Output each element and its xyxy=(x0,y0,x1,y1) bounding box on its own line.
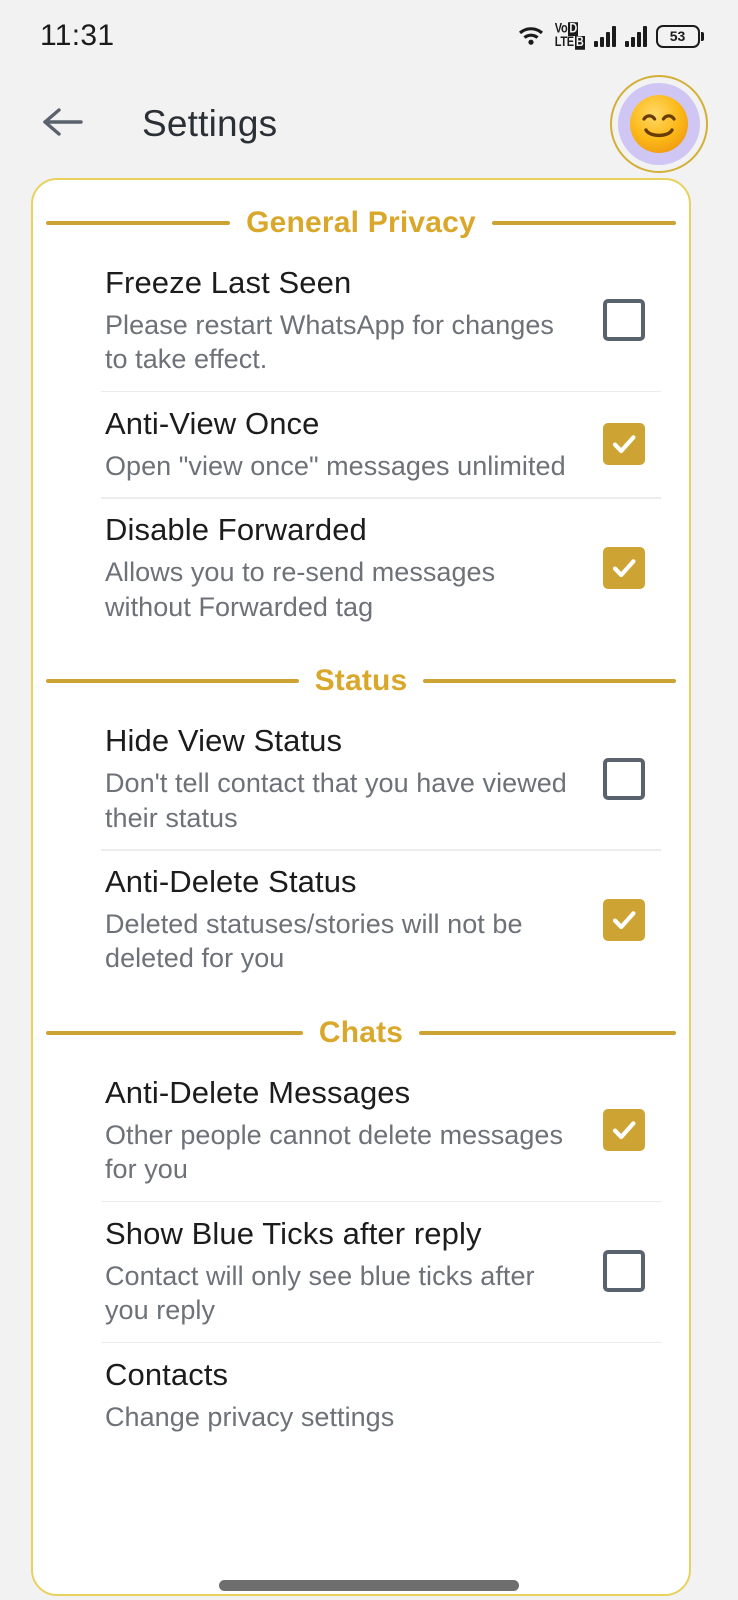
settings-sections: General Privacy Freeze Last Seen Please re… xyxy=(33,206,689,1448)
back-button[interactable] xyxy=(36,96,92,152)
signal-bars-icon-sim1 xyxy=(593,25,616,47)
settings-row-text: Freeze Last Seen Please restart WhatsApp … xyxy=(105,264,603,377)
battery-level-text: 53 xyxy=(669,28,686,44)
battery-icon: 53 xyxy=(655,24,704,48)
settings-row-subtitle: Change privacy settings xyxy=(105,1401,395,1432)
checkbox-checked[interactable] xyxy=(603,898,645,941)
settings-row[interactable]: Hide View Status Don't tell contact that … xyxy=(33,708,689,849)
page-title: Settings xyxy=(142,103,278,144)
checkbox-unchecked[interactable] xyxy=(603,757,645,800)
section-rows: Freeze Last Seen Please restart WhatsApp … xyxy=(33,250,689,638)
settings-row[interactable]: Show Blue Ticks after reply Contact will … xyxy=(33,1200,689,1342)
checkbox-unchecked[interactable] xyxy=(603,1250,645,1293)
volte-b-text: B xyxy=(574,34,585,50)
settings-row-subtitle: Contact will only see blue ticks after y… xyxy=(105,1260,535,1326)
section-rows: Anti-Delete Messages Other people cannot … xyxy=(33,1060,689,1448)
section-header: General Privacy xyxy=(33,206,689,240)
settings-row-text: Anti-Delete Status Deleted statuses/stori… xyxy=(105,863,603,976)
settings-row[interactable]: Anti-Delete Messages Other people cannot … xyxy=(33,1060,689,1201)
settings-row[interactable]: Contacts Change privacy settings xyxy=(33,1341,689,1448)
section-label: Chats xyxy=(318,1015,404,1049)
volte-icon: Vo D LTE B xyxy=(555,22,585,50)
settings-row-subtitle: Please restart WhatsApp for changes to t… xyxy=(105,309,554,375)
status-clock: 11:31 xyxy=(40,19,115,52)
smiling-face-emoji-icon xyxy=(628,93,690,155)
settings-row-title: Freeze Last Seen xyxy=(105,265,352,300)
settings-row-text: Show Blue Ticks after reply Contact will … xyxy=(105,1215,603,1328)
settings-row-text: Contacts Change privacy settings xyxy=(105,1356,659,1434)
checkbox-checked[interactable] xyxy=(603,423,645,466)
settings-row[interactable]: Disable Forwarded Allows you to re-send m… xyxy=(33,497,689,638)
status-icons-group: Vo D LTE B 53 xyxy=(516,22,704,51)
settings-row-title: Hide View Status xyxy=(105,723,343,759)
avatar-image xyxy=(618,83,700,165)
settings-row-text: Anti-View Once Open "view once" messages … xyxy=(105,405,603,483)
checkbox-checked[interactable] xyxy=(603,1109,645,1152)
section-rule-right xyxy=(423,679,677,684)
section-rule-right xyxy=(419,1030,677,1035)
section-rule-left xyxy=(46,221,231,225)
checkbox-checked[interactable] xyxy=(603,546,645,589)
checkbox-unchecked[interactable] xyxy=(603,299,645,342)
settings-row-subtitle: Deleted statuses/stories will not be del… xyxy=(105,908,523,974)
settings-card: General Privacy Freeze Last Seen Please re… xyxy=(31,178,691,1596)
back-arrow-icon xyxy=(41,104,87,145)
settings-row-title: Contacts xyxy=(105,1356,229,1392)
settings-row-subtitle: Allows you to re-send messages without F… xyxy=(105,557,496,622)
settings-row-text: Anti-Delete Messages Other people cannot … xyxy=(105,1074,603,1187)
settings-row-subtitle: Other people cannot delete messages for … xyxy=(105,1119,564,1185)
section-rule-left xyxy=(46,1030,303,1035)
avatar[interactable] xyxy=(610,75,708,173)
battery-tip xyxy=(701,31,704,41)
section-label: Status xyxy=(314,664,408,698)
settings-row[interactable]: Anti-View Once Open "view once" messages … xyxy=(33,390,689,497)
settings-row-title: Anti-Delete Messages xyxy=(105,1074,411,1110)
section-rule-left xyxy=(46,679,299,684)
settings-row-subtitle: Open "view once" messages unlimited xyxy=(105,450,566,481)
section-rule-right xyxy=(491,221,677,225)
wifi-icon xyxy=(516,22,546,51)
signal-bars-icon-sim2 xyxy=(624,25,647,47)
settings-row-text: Hide View Status Don't tell contact that … xyxy=(105,722,603,835)
settings-row[interactable]: Anti-Delete Status Deleted statuses/stori… xyxy=(33,849,689,990)
settings-row-title: Show Blue Ticks after reply xyxy=(105,1215,482,1251)
section-header: Chats xyxy=(33,1016,689,1050)
settings-row[interactable]: Freeze Last Seen Please restart WhatsApp … xyxy=(33,250,689,391)
gesture-nav-pill[interactable] xyxy=(219,1580,519,1591)
volte-lte-text: LTE xyxy=(554,34,574,50)
settings-row-subtitle: Don't tell contact that you have viewed … xyxy=(105,767,567,833)
settings-row-title: Anti-Delete Status xyxy=(105,864,357,900)
settings-row-title: Disable Forwarded xyxy=(105,512,367,548)
section-label: General Privacy xyxy=(246,206,476,239)
settings-row-text: Disable Forwarded Allows you to re-send m… xyxy=(105,511,603,624)
section-rows: Hide View Status Don't tell contact that … xyxy=(33,708,689,990)
section-header: Status xyxy=(33,664,689,698)
status-bar: 11:31 Vo D LTE B 53 xyxy=(0,0,738,72)
settings-row-title: Anti-View Once xyxy=(105,405,320,441)
app-bar: Settings xyxy=(0,72,738,176)
